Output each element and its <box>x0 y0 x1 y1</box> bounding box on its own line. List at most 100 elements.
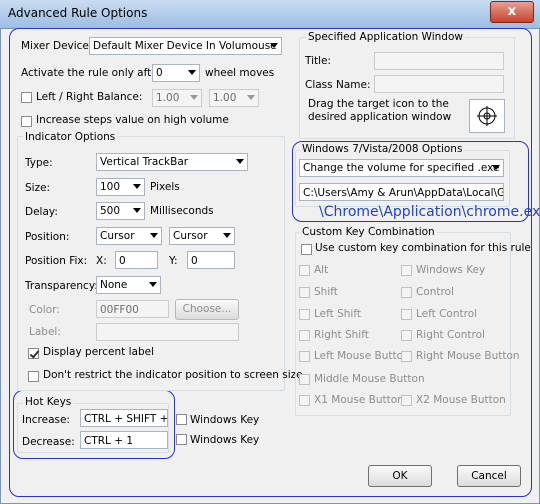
dont-restrict-checkbox[interactable] <box>28 371 39 382</box>
activate-label: Activate the rule only after <box>21 67 163 79</box>
key-left-control-label: Left Control <box>416 308 478 320</box>
delay-unit: Milliseconds <box>150 205 214 217</box>
type-label: Type: <box>25 157 53 169</box>
chevron-down-icon <box>223 233 231 238</box>
type-value: Vertical TrackBar <box>100 156 189 168</box>
size-select[interactable]: 100 <box>96 178 145 196</box>
y-label: Y: <box>169 255 178 267</box>
delay-label: Delay: <box>25 206 58 218</box>
transparency-value: None <box>100 279 128 291</box>
key-control-checkbox[interactable] <box>401 287 412 298</box>
chevron-down-icon <box>270 43 278 48</box>
key-middle-mouse-checkbox[interactable] <box>299 374 310 385</box>
delay-value: 500 <box>100 205 121 217</box>
key-x2-mouse-label: X2 Mouse Button <box>416 394 506 406</box>
balance-left-select[interactable]: 1.00 <box>152 89 202 107</box>
decrease-hotkey-input[interactable]: CTRL + 1 <box>80 431 168 449</box>
class-name-input[interactable] <box>374 75 504 93</box>
key-windows-checkbox[interactable] <box>401 265 412 276</box>
key-alt-checkbox[interactable] <box>299 265 310 276</box>
position-fix-label: Position Fix: <box>25 255 88 267</box>
chevron-down-icon <box>133 184 141 189</box>
custom-key-group <box>295 232 511 416</box>
label-input[interactable] <box>96 323 239 341</box>
window-title: Advanced Rule Options <box>8 6 148 20</box>
chevron-down-icon <box>247 95 255 100</box>
increase-hotkey-label: Increase: <box>22 414 70 426</box>
key-right-control-label: Right Control <box>416 329 485 341</box>
type-select[interactable]: Vertical TrackBar <box>96 153 248 171</box>
key-x1-mouse-label: X1 Mouse Button <box>314 394 404 406</box>
chevron-down-icon <box>492 165 500 170</box>
balance-right-value: 1.00 <box>213 92 237 104</box>
key-control-label: Control <box>416 286 454 298</box>
key-right-shift-label: Right Shift <box>314 329 369 341</box>
key-windows-label: Windows Key <box>416 264 486 276</box>
activate-select[interactable]: 0 <box>152 64 200 82</box>
dont-restrict-label: Don't restrict the indicator position to… <box>43 369 306 381</box>
key-x2-mouse-checkbox[interactable] <box>401 395 412 406</box>
win7-mode-value: Change the volume for specified .exe fil… <box>303 162 504 174</box>
hot-keys-title: Hot Keys <box>23 396 74 408</box>
indicator-options-title: Indicator Options <box>23 131 118 143</box>
increase-steps-checkbox[interactable] <box>21 116 32 127</box>
title-field-label: Title: <box>305 55 332 67</box>
key-left-control-checkbox[interactable] <box>401 309 412 320</box>
exe-path-annotation: \Chrome\Application\chrome.exe <box>319 204 540 220</box>
label-label: Label: <box>29 326 61 338</box>
x-input[interactable]: 0 <box>115 251 158 269</box>
decrease-windows-key-label: Windows Key <box>190 434 260 446</box>
increase-windows-key-checkbox[interactable] <box>176 414 187 425</box>
decrease-hotkey-label: Decrease: <box>22 436 75 448</box>
chevron-down-icon <box>149 282 157 287</box>
key-shift-label: Shift <box>314 286 338 298</box>
key-right-control-checkbox[interactable] <box>401 330 412 341</box>
delay-select[interactable]: 500 <box>96 202 145 220</box>
key-right-shift-checkbox[interactable] <box>299 330 310 341</box>
key-shift-checkbox[interactable] <box>299 287 310 298</box>
increase-hotkey-input[interactable]: CTRL + SHIFT + 1 <box>80 409 168 427</box>
key-left-shift-checkbox[interactable] <box>299 309 310 320</box>
chevron-down-icon <box>236 159 244 164</box>
key-left-mouse-label: Left Mouse Button <box>314 350 410 362</box>
choose-color-button[interactable]: Choose... <box>175 299 239 320</box>
position-label: Position: <box>25 231 70 243</box>
mixer-device-select[interactable]: Default Mixer Device In Volumouse <box>89 37 282 55</box>
exe-path-input[interactable]: C:\Users\Amy & Arun\AppData\Local\Google… <box>299 183 504 201</box>
increase-steps-label: Increase steps value on high volume <box>36 114 229 126</box>
position-x-value: Cursor <box>100 230 135 242</box>
balance-checkbox[interactable] <box>21 92 32 103</box>
y-input[interactable]: 0 <box>187 251 235 269</box>
transparency-select[interactable]: None <box>96 276 161 294</box>
use-custom-label: Use custom key combination for this rule <box>315 242 531 254</box>
key-left-shift-label: Left Shift <box>314 308 361 320</box>
chevron-down-icon <box>190 95 198 100</box>
size-value: 100 <box>100 181 121 193</box>
color-input[interactable]: 00FF00 <box>96 300 169 318</box>
display-percent-checkbox[interactable] <box>28 348 39 359</box>
decrease-windows-key-checkbox[interactable] <box>176 434 187 445</box>
chevron-down-icon <box>133 208 141 213</box>
cancel-button[interactable]: Cancel <box>457 465 521 487</box>
key-left-mouse-checkbox[interactable] <box>299 351 310 362</box>
position-x-select[interactable]: Cursor <box>96 227 162 245</box>
chevron-down-icon <box>188 70 196 75</box>
display-percent-label: Display percent label <box>43 346 154 358</box>
key-right-mouse-checkbox[interactable] <box>401 351 412 362</box>
ok-button[interactable]: OK <box>368 465 432 487</box>
size-unit: Pixels <box>150 181 180 193</box>
app-window-title: Specified Application Window <box>306 31 465 43</box>
key-x1-mouse-checkbox[interactable] <box>299 395 310 406</box>
custom-key-title: Custom Key Combination <box>300 226 437 238</box>
close-button[interactable]: x <box>490 1 534 23</box>
balance-right-select[interactable]: 1.00 <box>209 89 259 107</box>
mixer-device-value: Default Mixer Device In Volumouse <box>93 40 277 52</box>
balance-left-value: 1.00 <box>156 92 180 104</box>
position-y-select[interactable]: Cursor <box>169 227 235 245</box>
use-custom-checkbox[interactable] <box>301 244 312 255</box>
size-label: Size: <box>25 182 51 194</box>
title-field-input[interactable] <box>374 52 504 70</box>
activate-value: 0 <box>156 67 163 79</box>
drag-target-button[interactable] <box>469 99 505 133</box>
win7-mode-select[interactable]: Change the volume for specified .exe fil… <box>299 159 504 177</box>
